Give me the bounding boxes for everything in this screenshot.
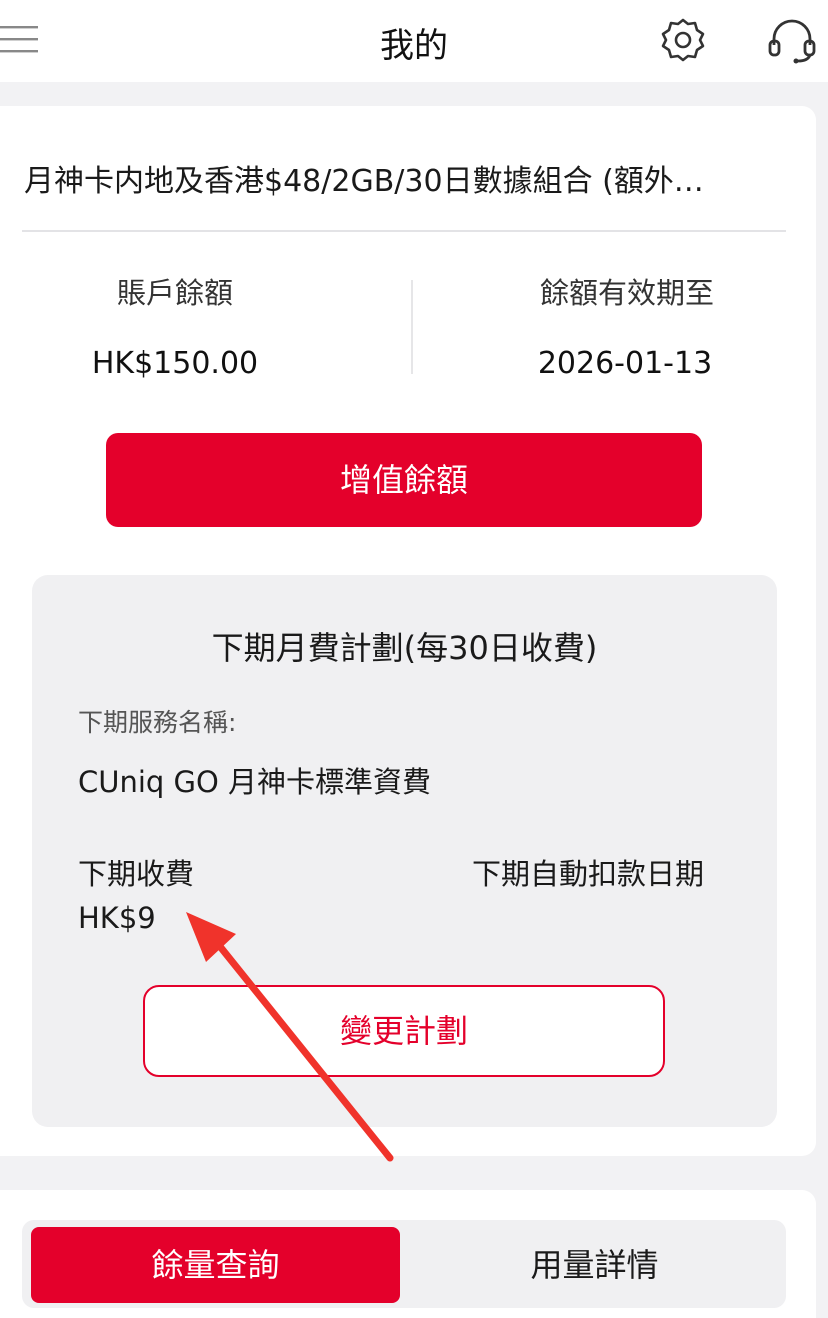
next-fee-label: 下期收費 — [78, 857, 195, 891]
tab-balance-query[interactable]: 餘量查詢 — [31, 1227, 400, 1303]
change-plan-button[interactable]: 變更計劃 — [143, 985, 665, 1077]
service-name-label: 下期服務名稱: — [78, 708, 237, 737]
balance-value: HK$150.00 — [91, 346, 259, 381]
tab-usage-details[interactable]: 用量詳情 — [410, 1227, 779, 1303]
page: 我的 月神卡内地及香港$48/2GB/30日數據組合 (額外… 賬戶餘額 HK$… — [0, 0, 828, 1318]
usage-tab-bar: 餘量查詢 用量詳情 — [22, 1220, 786, 1308]
next-period-panel: 下期月費計劃(每30日收費) 下期服務名稱: CUniq GO 月神卡標準資費 … — [32, 575, 777, 1127]
balance-label: 賬戶餘額 — [116, 276, 233, 310]
auto-debit-date-label: 下期自動扣款日期 — [472, 857, 705, 891]
plan-name[interactable]: 月神卡内地及香港$48/2GB/30日數據組合 (額外… — [24, 156, 784, 200]
service-name-value: CUniq GO 月神卡標準資費 — [78, 765, 432, 799]
headset-icon[interactable] — [764, 13, 820, 69]
next-fee-value: HK$9 — [78, 901, 156, 935]
divider — [22, 230, 786, 232]
gear-icon[interactable] — [658, 15, 708, 65]
expiry-value: 2026-01-13 — [537, 346, 713, 381]
app-header: 我的 — [0, 0, 828, 82]
usage-card: 餘量查詢 用量詳情 — [0, 1190, 816, 1318]
next-period-title: 下期月費計劃(每30日收費) — [211, 629, 598, 667]
divider-vertical — [411, 280, 413, 374]
account-card: 月神卡内地及香港$48/2GB/30日數據組合 (額外… 賬戶餘額 HK$150… — [0, 106, 816, 1156]
expiry-label: 餘額有效期至 — [539, 276, 714, 310]
topup-button[interactable]: 增值餘額 — [106, 433, 702, 527]
